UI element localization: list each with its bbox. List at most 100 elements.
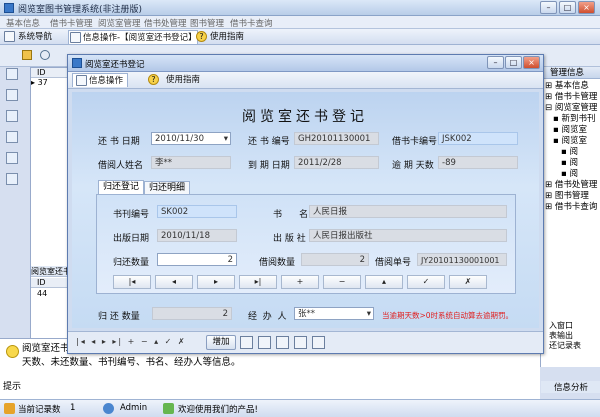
nav-icon [4, 31, 15, 42]
tab-info-ops[interactable]: 信息操作-【阅览室还书登记】 [68, 30, 198, 44]
total-qty-label: 归 还 数量 [98, 312, 140, 322]
return-date-field[interactable]: 2010/11/30 ▾ [151, 132, 231, 145]
chart-icon[interactable] [6, 89, 18, 101]
tree-item[interactable]: ▪ 阅览室 [545, 136, 600, 147]
close-button[interactable]: × [578, 1, 595, 14]
tree-item[interactable]: ⊞ 借书卡管理 [545, 92, 600, 103]
menu-reading-room[interactable]: 阅览室管理 [98, 17, 141, 29]
tree-item[interactable]: ▪ 新到书刊 [545, 114, 600, 125]
handler-select[interactable]: 张** ▾ [294, 307, 374, 320]
tree-item[interactable]: ⊟ 阅览室管理 [545, 103, 600, 114]
info-analysis-tab[interactable]: 信息分析 [541, 381, 600, 393]
menu-book-mgmt[interactable]: 图书管理 [190, 17, 224, 29]
left-icon-column [6, 68, 24, 368]
dropdown-arrow-icon[interactable]: ▾ [367, 308, 371, 321]
borrow-no-label: 借阅单号 [375, 258, 412, 268]
exit-icon[interactable] [312, 336, 325, 349]
tree-item[interactable]: ▪ 阅 [545, 158, 600, 169]
minimize-button[interactable]: – [540, 1, 557, 14]
tree-item[interactable]: ▪ 阅 [545, 147, 600, 158]
dialog-bottom-toolbar: |◂ ◂ ▸ ▸| + − ▴ ✓ ✗ 增加 [68, 331, 543, 353]
dialog-tab-ops[interactable]: 信息操作 [72, 73, 129, 87]
card-no-field[interactable]: JSK002 [438, 132, 518, 145]
menu-basic-info[interactable]: 基本信息 [6, 17, 40, 29]
overdue-note: 当逾期天数>0时系统自动算去逾期罚。 [382, 311, 514, 320]
menu-card-query[interactable]: 借书卡查询 [230, 17, 273, 29]
pub-date-field: 2010/11/18 [157, 229, 237, 242]
tree-item[interactable]: ⊞ 借书卡查询 [545, 202, 600, 213]
tree-item[interactable]: ⊞ 借书处管理 [545, 180, 600, 191]
return-no-label: 还 书 编号 [248, 137, 290, 147]
tree-item[interactable]: ▪ 阅览室 [545, 125, 600, 136]
due-date-field: 2011/2/28 [294, 156, 379, 169]
tree-item[interactable]: ▪ 阅 [545, 169, 600, 180]
main-tab-bar: 系统导航 信息操作-【阅览室还书登记】 ? 使用指南 [0, 29, 600, 45]
record-nav-strip: |◂ ◂ ▸ ▸| + − ▴ ✓ ✗ [76, 337, 187, 346]
publisher-field: 人民日报出版社 [309, 229, 507, 242]
subtab-return[interactable]: 归还登记 [98, 180, 145, 194]
overdue-field: -89 [438, 156, 518, 169]
dropdown-arrow-icon[interactable]: ▾ [224, 133, 228, 146]
nav-cancel-button[interactable]: ✗ [449, 275, 487, 289]
user-icon [103, 403, 114, 414]
table-icon[interactable] [6, 131, 18, 143]
nav-last-button[interactable]: ▸| [239, 275, 277, 289]
nav-next-button[interactable]: ▸ [197, 275, 235, 289]
settings-icon[interactable] [6, 173, 18, 185]
help-icon: ? [148, 74, 159, 85]
add-button[interactable]: 增加 [206, 335, 236, 350]
form-icon [76, 75, 87, 86]
list-icon[interactable] [6, 68, 18, 80]
nav-post-button[interactable]: ✓ [407, 275, 445, 289]
return-qty-label: 归还数量 [113, 258, 150, 268]
nav-delete-button[interactable]: − [323, 275, 361, 289]
subtab-detail[interactable]: 归还明细 [144, 181, 191, 195]
tree-item[interactable]: ⊞ 基本信息 [545, 81, 600, 92]
handler-label: 经 办 人 [248, 312, 287, 322]
borrow-no-field: JY20101130001001 [417, 253, 507, 266]
preview-icon[interactable] [258, 336, 271, 349]
window-title-bar: 阅览室图书管理系统(非注册版) – □ × [0, 0, 600, 16]
dialog-tab-help[interactable]: ? 使用指南 [148, 73, 200, 87]
edit-icon[interactable] [22, 50, 32, 60]
maximize-button[interactable]: □ [559, 1, 576, 14]
dialog-minimize-button[interactable]: – [487, 56, 504, 69]
bottom-grid-row[interactable]: 44 [37, 289, 47, 298]
form-heading: 阅览室还书登记 [242, 109, 368, 125]
nav-add-button[interactable]: + [281, 275, 319, 289]
pub-date-label: 出版日期 [113, 234, 150, 244]
tab-help[interactable]: ? 使用指南 [196, 30, 244, 44]
return-qty-field[interactable]: 2 [157, 253, 237, 266]
dialog-tab-bar: 信息操作 ? 使用指南 [68, 72, 543, 89]
return-form: 阅览室还书登记 还 书 日期 2010/11/30 ▾ 还 书 编号 GH201… [72, 92, 539, 328]
tree-item[interactable]: ⊞ 图书管理 [545, 191, 600, 202]
due-date-label: 到 期 日期 [248, 161, 290, 171]
dialog-close-button[interactable]: × [523, 56, 540, 69]
return-dialog: 阅览室还书登记 – □ × 信息操作 ? 使用指南 阅览室还书登记 还 书 日期… [67, 54, 544, 354]
record-count: 1 [70, 403, 76, 413]
book-name-field: 人民日报 [309, 205, 507, 218]
search-icon[interactable] [40, 50, 50, 60]
nav-prev-button[interactable]: ◂ [155, 275, 193, 289]
borrow-qty-label: 借阅数量 [259, 258, 296, 268]
app-icon [4, 3, 14, 13]
print-icon[interactable] [240, 336, 253, 349]
dialog-maximize-button[interactable]: □ [505, 56, 522, 69]
search-icon[interactable] [294, 336, 307, 349]
right-management-panel: 管理信息 ⊞ 基本信息 ⊞ 借书卡管理 ⊟ 阅览室管理 ▪ 新到书刊 ▪ 阅览室… [540, 67, 600, 393]
publisher-label: 出 版 社 [273, 234, 306, 244]
nav-first-button[interactable]: |◂ [113, 275, 151, 289]
nav-edit-button[interactable]: ▴ [365, 275, 403, 289]
borrower-label: 借阅人姓名 [98, 161, 144, 171]
tab-nav[interactable]: 系统导航 [4, 30, 52, 44]
export-icon[interactable] [276, 336, 289, 349]
report-icon[interactable] [6, 110, 18, 122]
user-name: Admin [120, 403, 148, 413]
help-icon: ? [196, 31, 207, 42]
menu-lending-desk[interactable]: 借书处管理 [144, 17, 187, 29]
menu-card-mgmt[interactable]: 借书卡管理 [50, 17, 93, 29]
return-date-label: 还 书 日期 [98, 137, 140, 147]
nav-tree: ⊞ 基本信息 ⊞ 借书卡管理 ⊟ 阅览室管理 ▪ 新到书刊 ▪ 阅览室 ▪ 阅览… [541, 79, 600, 213]
book-no-field[interactable]: SK002 [157, 205, 237, 218]
export-icon[interactable] [6, 152, 18, 164]
